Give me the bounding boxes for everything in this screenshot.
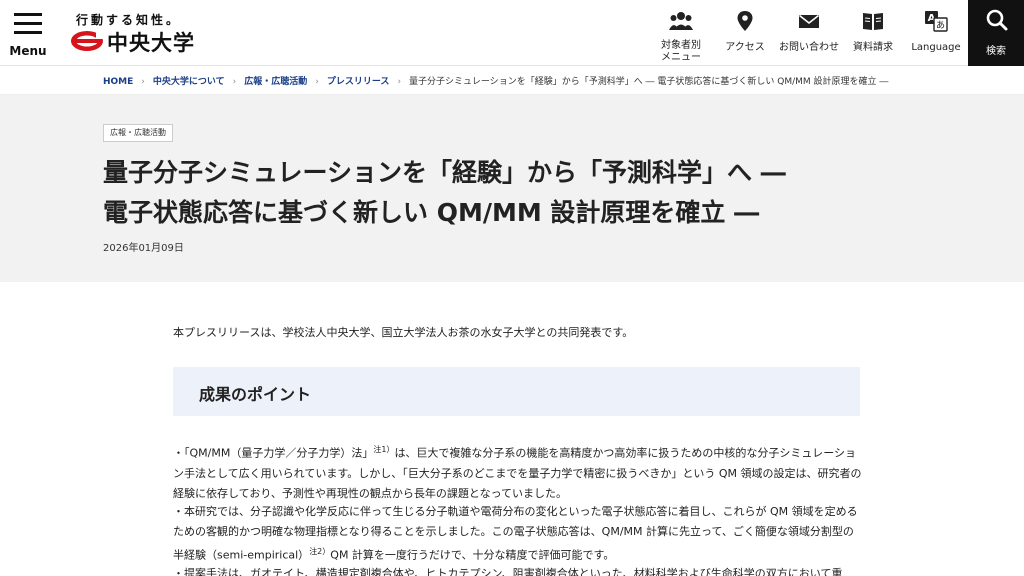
menu-button[interactable]: Menu [0, 0, 56, 66]
people-icon [669, 12, 693, 30]
chevron-right-icon: › [141, 77, 145, 87]
site-header: Menu 行動する知性。 中央大学 対象者別 メニュー アクセス お問い合わせ … [0, 0, 1024, 66]
logo-name: 中央大学 [107, 31, 195, 55]
nav-target-label-2: メニュー [661, 52, 701, 63]
nav-language[interactable]: A あ Language [905, 0, 967, 66]
chevron-right-icon: › [315, 77, 319, 87]
points-heading-box: 成果のポイント [173, 367, 860, 416]
menu-label: Menu [9, 44, 47, 58]
search-button[interactable]: 検索 [968, 0, 1024, 66]
nav-brochure-label: 資料請求 [853, 42, 893, 53]
logo-mark-icon [71, 30, 104, 51]
nav-contact-label: お問い合わせ [779, 42, 839, 53]
chevron-right-icon: › [232, 77, 237, 87]
hamburger-icon [14, 13, 42, 16]
breadcrumb-about[interactable]: 中央大学について [153, 77, 225, 87]
nav-access-label: アクセス [725, 42, 765, 53]
logo-slogan: 行動する知性。 [76, 13, 182, 27]
breadcrumb-press-release[interactable]: プレスリリース [327, 77, 390, 87]
book-icon [863, 13, 883, 30]
note-1: 注1） [373, 445, 395, 454]
article-header: 広報・広聴活動 量子分子シミュレーションを「経験」から「予測科学」へ ― 電子状… [0, 95, 1024, 282]
map-pin-icon [737, 11, 753, 31]
category-tag[interactable]: 広報・広聴活動 [103, 124, 173, 142]
point-paragraph-3: ・提案手法は、ガオテイト、構造規定剤複合体や、ヒトカテプシン、阻害剤複合体といっ… [173, 567, 843, 576]
search-label: 検索 [986, 46, 1006, 57]
breadcrumb: HOME › 中央大学について › 広報・広聴活動 › プレスリリース › 量子分子シミュレーシ… [0, 66, 1024, 95]
mail-icon [799, 14, 819, 28]
breadcrumb-home[interactable]: HOME [103, 77, 133, 87]
point-paragraph-2: ・本研究では、分子認識や化学反応に伴って生じる分子軌道や電荷分布の変化といった電… [173, 505, 858, 562]
chevron-right-icon: › [397, 77, 402, 87]
nav-target-menu[interactable]: 対象者別 メニュー [651, 0, 711, 66]
points-heading: 成果のポイント [199, 385, 312, 404]
language-icon: A あ [925, 11, 948, 32]
intro-text: 本プレスリリースは、学校法人中央大学、国立大学法人お茶の水女子大学との共同発表で… [173, 326, 634, 339]
title-line-1: 量子分子シミュレーションを「経験」から「予測科学」へ ― [103, 158, 786, 187]
publish-date: 2026年01月09日 [103, 243, 184, 254]
breadcrumb-current: 量子分子シミュレーションを「経験」から「予測科学」へ ― 電子状態応答に基づく新… [409, 77, 889, 87]
nav-access[interactable]: アクセス [715, 0, 775, 66]
university-logo[interactable]: 行動する知性。 中央大学 [70, 10, 220, 56]
page-title: 量子分子シミュレーションを「経験」から「予測科学」へ ― 電子状態応答に基づく新… [103, 153, 963, 233]
note-2: 注2） [309, 547, 331, 556]
breadcrumb-pr[interactable]: 広報・広聴活動 [244, 77, 307, 87]
point-paragraph-1: ・「QM/MM（量子力学／分子力学）法」注1）は、巨大で複雑な分子系の機能を高精… [173, 445, 862, 500]
search-icon [986, 9, 1008, 31]
svg-text:あ: あ [936, 20, 945, 31]
nav-brochure[interactable]: 資料請求 [843, 0, 903, 66]
nav-target-label-1: 対象者別 [661, 40, 701, 51]
title-line-2: 電子状態応答に基づく新しい QM/MM 設計原理を確立 ― [103, 198, 760, 227]
nav-language-label: Language [911, 42, 961, 53]
nav-contact[interactable]: お問い合わせ [777, 0, 841, 66]
